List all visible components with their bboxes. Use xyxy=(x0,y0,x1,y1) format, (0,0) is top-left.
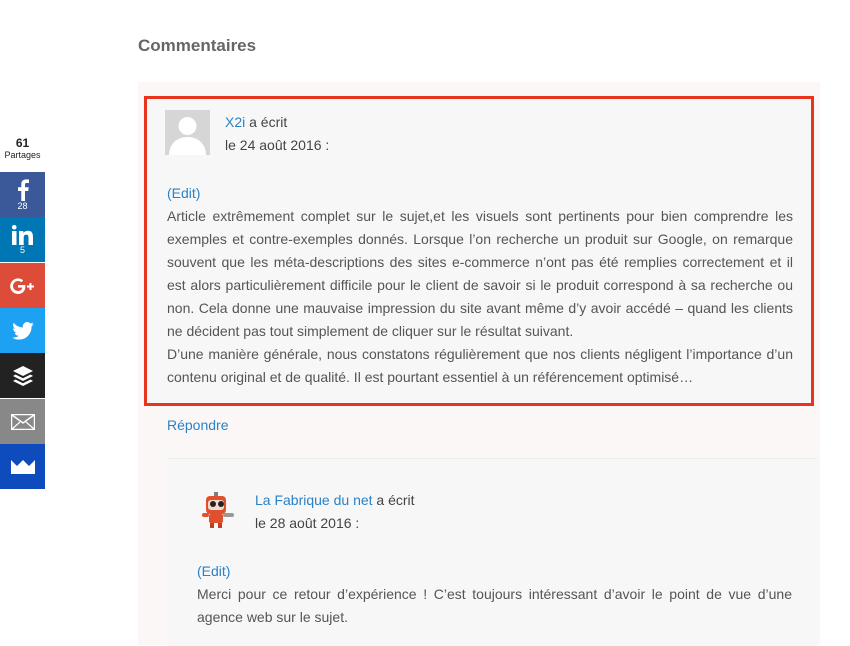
sumome-button[interactable] xyxy=(0,444,45,489)
comment-edit-link[interactable]: (Edit) xyxy=(197,563,230,579)
share-total: 61 Partages xyxy=(0,137,45,160)
linkedin-share-button[interactable]: 5 xyxy=(0,217,45,262)
reply-label[interactable]: Répondre xyxy=(167,417,229,433)
comment-author-link[interactable]: X2i xyxy=(225,114,245,130)
comment-author-line: La Fabrique du net a écrit xyxy=(255,492,415,508)
comments-section-title: Commentaires xyxy=(138,36,257,55)
linkedin-icon xyxy=(11,224,33,245)
comment-edit-link[interactable]: (Edit) xyxy=(167,185,200,201)
comment-wrote-label: a écrit xyxy=(372,492,415,508)
comment-edit-label[interactable]: (Edit) xyxy=(167,185,200,201)
comment-edit-label[interactable]: (Edit) xyxy=(197,563,230,579)
robot-avatar-icon xyxy=(202,492,234,528)
share-total-count: 61 xyxy=(15,136,30,150)
comment-paragraph: Article extrêmement complet sur le sujet… xyxy=(167,208,793,339)
googleplus-share-button[interactable] xyxy=(0,263,45,308)
avatar xyxy=(165,110,210,155)
linkedin-share-count: 5 xyxy=(19,244,25,255)
share-sidebar: 61 Partages 28 5 xyxy=(0,137,45,489)
reply-link[interactable]: Répondre xyxy=(167,417,229,433)
comment-paragraph: D’une manière générale, nous constatons … xyxy=(167,346,793,385)
avatar xyxy=(198,490,238,530)
facebook-icon xyxy=(17,178,29,201)
buffer-icon xyxy=(12,365,33,386)
twitter-icon xyxy=(11,321,34,340)
facebook-share-count: 28 xyxy=(17,200,28,211)
envelope-icon xyxy=(10,413,35,430)
twitter-share-button[interactable] xyxy=(0,308,45,353)
comment-body: Merci pour ce retour d’expérience ! C’es… xyxy=(197,583,792,629)
default-avatar-icon xyxy=(165,110,210,155)
crown-icon xyxy=(10,459,35,474)
buffer-share-button[interactable] xyxy=(0,353,45,398)
comment-body: Article extrêmement complet sur le sujet… xyxy=(167,205,793,389)
googleplus-icon xyxy=(9,277,34,294)
comment-date: le 28 août 2016 : xyxy=(255,515,360,531)
facebook-share-button[interactable]: 28 xyxy=(0,172,45,217)
comment-paragraph: Merci pour ce retour d’expérience ! C’es… xyxy=(197,586,792,625)
comment-author-line: X2i a écrit xyxy=(225,114,287,130)
email-share-button[interactable] xyxy=(0,399,45,444)
share-total-label: Partages xyxy=(4,150,41,160)
comment-author-link[interactable]: La Fabrique du net xyxy=(255,492,373,508)
comment-wrote-label: a écrit xyxy=(245,114,288,130)
comment-date: le 24 août 2016 : xyxy=(225,137,330,153)
